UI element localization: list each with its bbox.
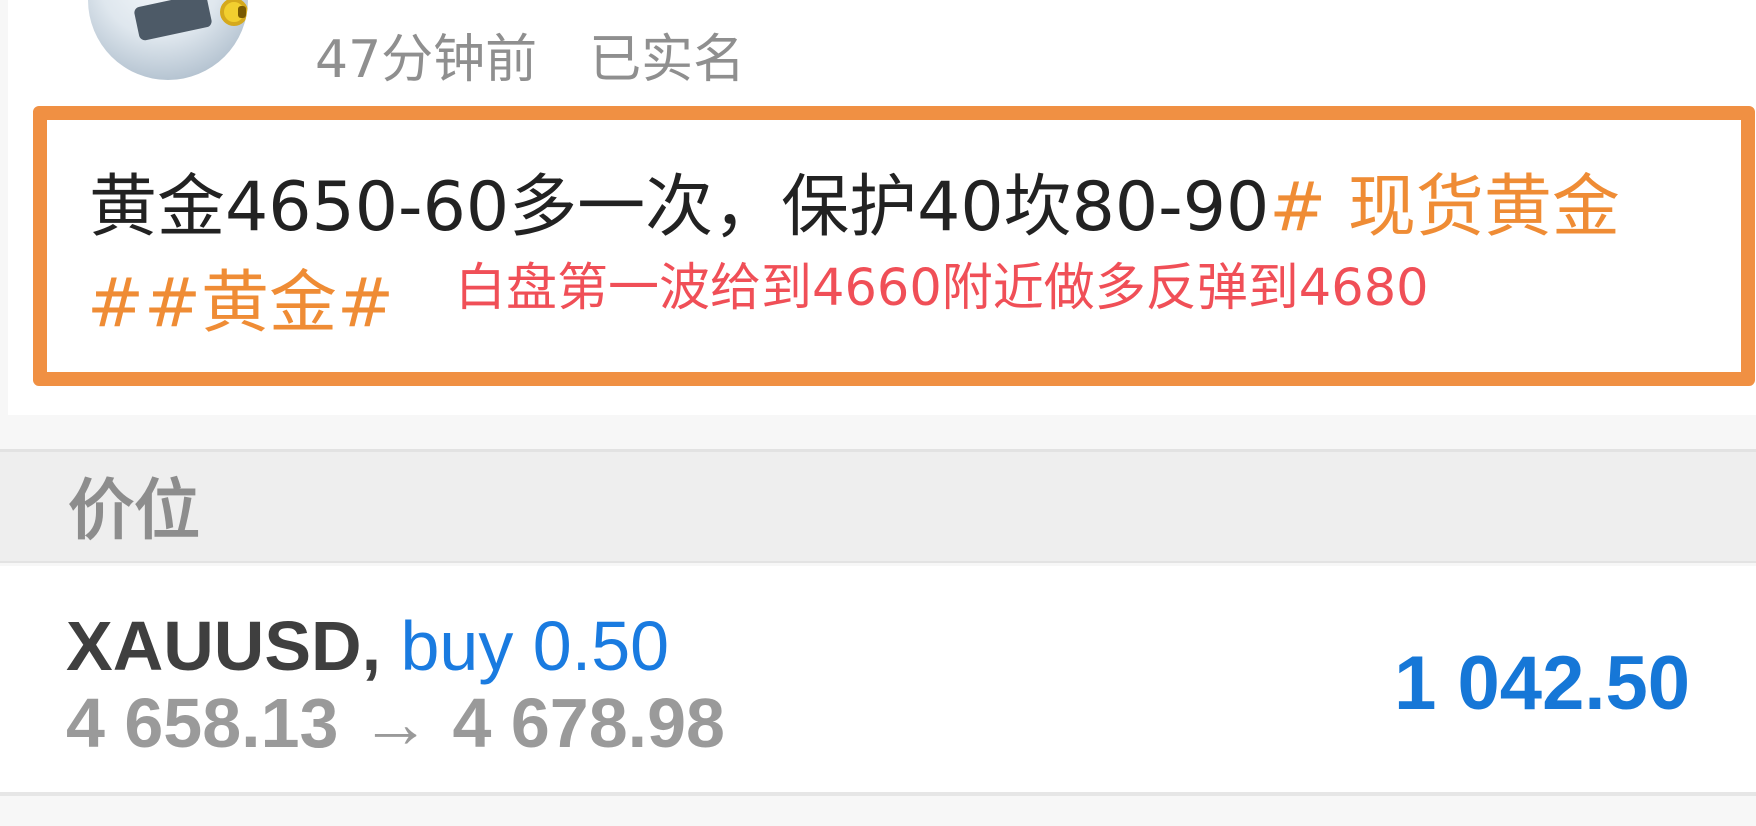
trade-annotation: 白盘第一波给到4660附近做多反弹到4680 <box>455 259 1429 318</box>
hashtag-spot-gold[interactable]: # 现货黄金 <box>1269 168 1620 247</box>
open-price: 4 658.13 <box>66 684 339 762</box>
avatar-figure-shape <box>133 0 213 42</box>
trade-row[interactable]: XAUUSD, buy 0.50 4 658.13 → 4 678.98 1 042… <box>0 566 1756 796</box>
trade-profit: 1 042.50 <box>1394 641 1690 726</box>
post-text-line-2: ##黄金# <box>87 262 394 346</box>
time-ago: 47分钟前 <box>315 30 538 90</box>
trade-price-line: 4 658.13 → 4 678.98 <box>66 683 725 763</box>
close-price: 4 678.98 <box>452 684 725 762</box>
avatar-icon[interactable] <box>88 0 248 80</box>
price-arrow-icon: → <box>360 684 431 762</box>
trade-symbol: XAUUSD, <box>66 607 382 685</box>
section-title: 价位 <box>68 472 200 549</box>
avatar-gold-detail <box>238 6 246 18</box>
post-meta: 47分钟前 已实名 <box>315 25 745 95</box>
screen: 47分钟前 已实名 黄金4650-60多一次，保护40坎80-90# 现货黄金 #… <box>0 0 1756 826</box>
hashtag-gold[interactable]: ##黄金# <box>87 264 394 343</box>
trade-symbol-line: XAUUSD, buy 0.50 <box>66 606 669 686</box>
post-card: 47分钟前 已实名 黄金4650-60多一次，保护40坎80-90# 现货黄金 #… <box>8 0 1756 415</box>
post-text-line-1: 黄金4650-60多一次，保护40坎80-90# 现货黄金 <box>89 166 1620 250</box>
section-header: 价位 <box>0 449 1756 563</box>
verified-badge: 已实名 <box>589 30 746 90</box>
trade-side-volume: buy 0.50 <box>400 607 670 685</box>
highlighted-post-content: 黄金4650-60多一次，保护40坎80-90# 现货黄金 ##黄金# 白盘第一… <box>33 106 1755 386</box>
post-main-text: 黄金4650-60多一次，保护40坎80-90 <box>89 168 1270 247</box>
